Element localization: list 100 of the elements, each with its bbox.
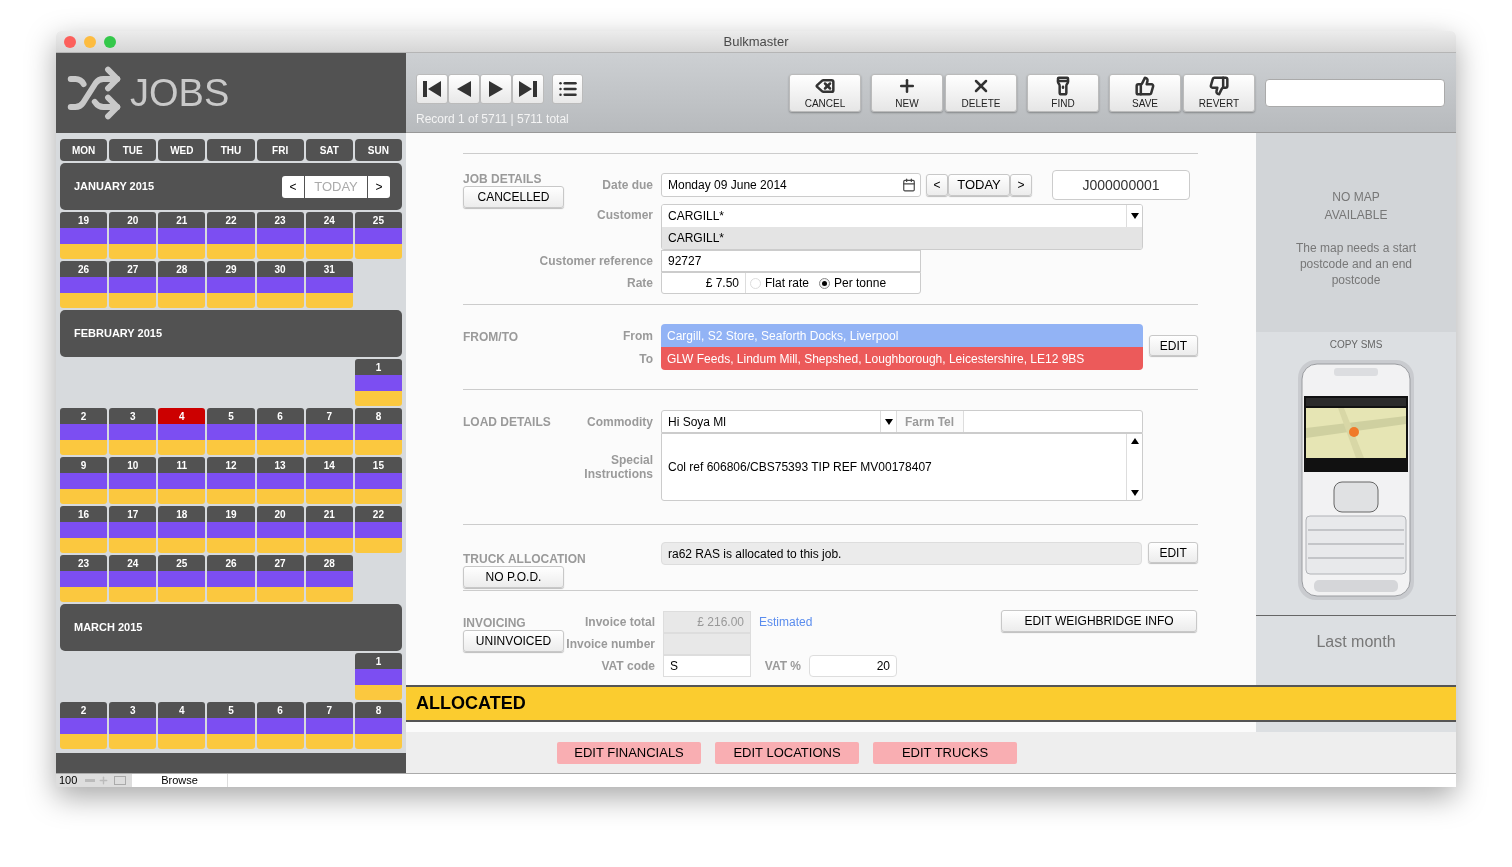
previous-record-button[interactable]: [448, 74, 480, 104]
calendar-day[interactable]: 21: [158, 212, 206, 259]
calendar-day[interactable]: 6: [256, 702, 304, 749]
weighbridge-button[interactable]: EDIT WEIGHBRIDGE INFO: [1001, 610, 1197, 632]
calendar-day[interactable]: 25: [158, 555, 206, 602]
calendar-day[interactable]: 8: [354, 702, 402, 749]
calendar-day[interactable]: 24: [305, 212, 353, 259]
calendar-day[interactable]: 28: [158, 261, 206, 308]
calendar-day[interactable]: 3: [109, 702, 157, 749]
scroll-up-icon[interactable]: [1130, 438, 1139, 444]
calendar-day[interactable]: 16: [60, 506, 108, 553]
calendar-day[interactable]: 2: [60, 702, 108, 749]
status-button[interactable]: UNINVOICED: [463, 630, 564, 652]
weekday-header: FRI: [256, 139, 304, 161]
next-button[interactable]: >: [368, 175, 390, 198]
edit-section-button[interactable]: EDIT LOCATIONS: [715, 741, 859, 764]
calendar-day[interactable]: 20: [256, 506, 304, 553]
calendar-day[interactable]: 17: [109, 506, 157, 553]
calendar-day[interactable]: 25: [354, 212, 402, 259]
last-record-button[interactable]: [512, 74, 544, 104]
calendar-day[interactable]: 22: [354, 506, 402, 553]
calendar-day[interactable]: 1: [354, 653, 402, 700]
calendar-day[interactable]: 26: [60, 261, 108, 308]
first-record-button[interactable]: [416, 74, 448, 104]
calendar-day[interactable]: 26: [207, 555, 255, 602]
calendar-day[interactable]: 11: [158, 457, 206, 504]
edit-section-button[interactable]: EDIT FINANCIALS: [557, 741, 701, 764]
calendar-day[interactable]: 1: [354, 359, 402, 406]
calendar-day[interactable]: 23: [256, 212, 304, 259]
list-button[interactable]: [552, 74, 583, 104]
calendar-day[interactable]: 5: [207, 702, 255, 749]
calendar-day[interactable]: 3: [109, 408, 157, 455]
calendar-day[interactable]: 5: [207, 408, 255, 455]
maximize-icon[interactable]: [104, 36, 116, 48]
calendar-day[interactable]: 6: [256, 408, 304, 455]
rate-field[interactable]: £ 7.50: [662, 273, 746, 293]
calendar-day[interactable]: 8: [354, 408, 402, 455]
toolbar-button[interactable]: FIND: [1027, 74, 1099, 112]
calendar-day[interactable]: 7: [305, 408, 353, 455]
scroll-down-icon[interactable]: [1130, 490, 1139, 496]
calendar-day[interactable]: 4: [158, 702, 206, 749]
edit-button[interactable]: EDIT: [1148, 542, 1198, 563]
calendar-day[interactable]: 9: [60, 457, 108, 504]
reference-field[interactable]: 92727: [661, 250, 921, 272]
calendar-day[interactable]: 2: [60, 408, 108, 455]
calendar-day[interactable]: 24: [109, 555, 157, 602]
next-button[interactable]: >: [1010, 174, 1032, 196]
calendar-day[interactable]: 10: [109, 457, 157, 504]
today-button[interactable]: TODAY: [948, 174, 1010, 196]
calendar-day[interactable]: 29: [207, 261, 255, 308]
next-record-button[interactable]: [480, 74, 512, 104]
calendar-day[interactable]: 19: [60, 212, 108, 259]
calendar-day[interactable]: 13: [256, 457, 304, 504]
copy-sms-button[interactable]: COPY SMS: [1329, 337, 1383, 352]
customer-dropdown[interactable]: CARGILL*: [662, 205, 1142, 227]
calendar-day[interactable]: 4: [158, 408, 206, 455]
toolbar-button[interactable]: CANCEL: [789, 74, 861, 112]
toolbar-button[interactable]: REVERT: [1183, 74, 1255, 112]
instructions-field[interactable]: Col ref 606806/CBS75393 TIP REF MV00178407: [661, 433, 1143, 501]
calendar-day[interactable]: 12: [207, 457, 255, 504]
calendar-day[interactable]: 23: [60, 555, 108, 602]
shuffle-icon: [66, 65, 122, 121]
edit-section-button[interactable]: EDIT TRUCKS: [873, 741, 1017, 764]
date-field[interactable]: Monday 09 June 2014: [661, 173, 921, 197]
vat-code-field[interactable]: S: [663, 655, 751, 677]
first-icon: [422, 80, 442, 98]
field-label: To: [638, 350, 653, 368]
vat-percent-field[interactable]: 20: [809, 655, 897, 677]
status-button[interactable]: CANCELLED: [463, 186, 564, 208]
calendar-day[interactable]: 20: [109, 212, 157, 259]
edit-button[interactable]: EDIT: [1149, 335, 1198, 356]
previous-button[interactable]: <: [926, 174, 948, 196]
field-label: Commodity: [586, 413, 653, 431]
toolbar-button[interactable]: NEW: [871, 74, 943, 112]
last-icon: [518, 80, 538, 98]
calendar-day[interactable]: 28: [305, 555, 353, 602]
calendar-day[interactable]: 27: [109, 261, 157, 308]
layout-icon[interactable]: [114, 776, 126, 785]
calendar-day[interactable]: 27: [256, 555, 304, 602]
calendar-day[interactable]: 31: [305, 261, 353, 308]
calendar-day[interactable]: 15: [354, 457, 402, 504]
radio-button[interactable]: [819, 277, 830, 289]
calendar-day[interactable]: 19: [207, 506, 255, 553]
previous-button[interactable]: <: [282, 175, 304, 198]
calendar-day[interactable]: 18: [158, 506, 206, 553]
toolbar-button[interactable]: DELETE: [945, 74, 1017, 112]
toolbar-button[interactable]: SAVE: [1109, 74, 1181, 112]
dropdown-option[interactable]: CARGILL*: [662, 227, 1142, 249]
zoom-in-icon[interactable]: [98, 775, 109, 786]
close-icon[interactable]: [64, 36, 76, 48]
calendar-day[interactable]: 14: [305, 457, 353, 504]
calendar-day[interactable]: 22: [207, 212, 255, 259]
calendar-day[interactable]: 30: [256, 261, 304, 308]
field-label: Special Instructions: [583, 453, 653, 481]
calendar-day[interactable]: 7: [305, 702, 353, 749]
minimize-icon[interactable]: [84, 36, 96, 48]
month-title: MARCH 2015: [74, 620, 143, 636]
search-field[interactable]: [1265, 79, 1445, 107]
status-button[interactable]: NO P.O.D.: [463, 566, 564, 588]
calendar-day[interactable]: 21: [305, 506, 353, 553]
